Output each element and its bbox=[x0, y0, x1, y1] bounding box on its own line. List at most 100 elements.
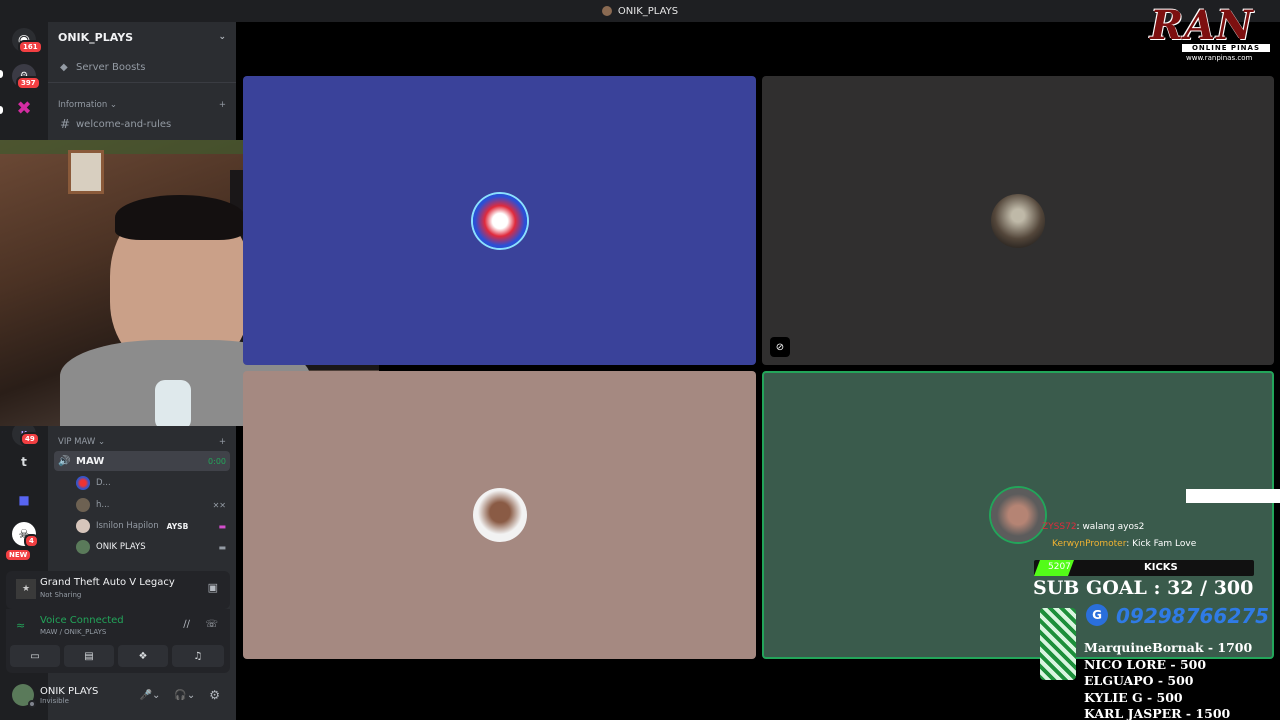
chat-user: ZYSS72 bbox=[1042, 522, 1077, 532]
username: ONIK PLAYS bbox=[40, 685, 99, 697]
stream-overlay: ZYSS72: walang ayos2 KerwynPromoter: Kic… bbox=[1030, 489, 1280, 720]
status-dot bbox=[28, 700, 36, 708]
speaker-icon: 🔊 bbox=[58, 455, 71, 467]
disconnect-icon[interactable]: ☏ bbox=[205, 619, 218, 630]
voice-user-name: D... bbox=[96, 478, 111, 488]
voice-channel-label: MAW bbox=[76, 455, 105, 467]
logo-text: RAN bbox=[1150, 2, 1254, 49]
participant-tile-3[interactable] bbox=[243, 371, 756, 659]
voice-location: MAW / ONIK_PLAYS bbox=[40, 628, 107, 636]
voice-user[interactable]: Isnilon Hapilon AYSB ▬ bbox=[76, 516, 226, 536]
chat-message: : walang ayos2 bbox=[1076, 522, 1145, 532]
kicks-bar: 5207 KICKS bbox=[1034, 560, 1254, 576]
category-vip-maw[interactable]: VIP MAW ⌄ + bbox=[58, 437, 226, 447]
avatar bbox=[76, 540, 90, 554]
camera-off-icon: ⊘ bbox=[770, 337, 790, 357]
unread-badge: 397 bbox=[16, 76, 41, 90]
category-information[interactable]: Information ⌄ + bbox=[58, 100, 226, 110]
chat-line: KerwynPromoter: Kick Fam Love bbox=[1052, 539, 1196, 549]
avatar bbox=[991, 193, 1045, 248]
category-label: VIP MAW bbox=[58, 437, 96, 447]
sub-goal: SUB GOAL : 32 / 300 bbox=[1033, 577, 1254, 599]
voice-connection-panel: ≈ Voice Connected MAW / ONIK_PLAYS ∕∕ ☏ … bbox=[6, 609, 230, 673]
voice-user-name: Isnilon Hapilon bbox=[96, 521, 159, 531]
donor-list: MarquineBornak - 1700 NICO LORE - 500 EL… bbox=[1084, 640, 1252, 720]
server-avatar-icon bbox=[601, 6, 612, 16]
avatar bbox=[76, 498, 90, 512]
voice-user[interactable]: h... ✕✕ bbox=[76, 495, 226, 515]
server-name: ONIK_PLAYS bbox=[58, 30, 134, 44]
voice-user-name: ONIK PLAYS bbox=[96, 542, 146, 552]
server-icon-t[interactable]: t bbox=[12, 450, 36, 474]
gamepad-icon: ▬ bbox=[218, 542, 226, 552]
noise-suppression-icon[interactable]: ∕∕ bbox=[183, 619, 190, 630]
voice-connected-label: Voice Connected bbox=[40, 615, 124, 626]
activities-button[interactable]: ❖ bbox=[118, 645, 168, 667]
window-title-bar: ONIK_PLAYS bbox=[0, 0, 1280, 22]
wall-picture bbox=[68, 150, 104, 194]
avatar bbox=[76, 519, 90, 533]
donor-entry: MarquineBornak - 1700 bbox=[1084, 640, 1253, 655]
voice-user[interactable]: ONIK PLAYS ▬ bbox=[76, 537, 226, 557]
muted-icon: ✕✕ bbox=[212, 500, 226, 510]
unread-badge: 4 bbox=[24, 534, 39, 548]
voice-user-name: h... bbox=[96, 500, 110, 510]
logo-url: www.ranpinas.com bbox=[1186, 54, 1253, 62]
avatar bbox=[472, 193, 527, 248]
channel-welcome-and-rules[interactable]: # welcome-and-rules bbox=[56, 114, 228, 134]
microphone bbox=[155, 380, 191, 426]
server-boosts-item[interactable]: ◆ Server Boosts bbox=[56, 57, 228, 77]
donor-entry: NICO LORE - 500 bbox=[1084, 656, 1207, 672]
logo-subtitle: ONLINE PINAS bbox=[1182, 44, 1270, 52]
chat-line: ZYSS72: walang ayos2 bbox=[1042, 522, 1144, 532]
voice-timer: 0:00 bbox=[208, 456, 226, 466]
gift-jar-icon bbox=[1040, 608, 1076, 680]
user-status: Invisible bbox=[40, 696, 69, 705]
participant-tile-1[interactable] bbox=[243, 76, 756, 365]
sponsor-logo: RAN ONLINE PINAS www.ranpinas.com bbox=[1146, 2, 1276, 64]
donor-entry: KYLIE G - 500 bbox=[1084, 689, 1183, 705]
overlay-white-bar bbox=[1186, 489, 1280, 503]
share-screen-icon[interactable]: ▣ bbox=[208, 581, 218, 594]
folder-icon[interactable]: ■ bbox=[12, 488, 36, 512]
voice-user-tag: AYSB bbox=[166, 521, 189, 531]
add-channel-icon[interactable]: + bbox=[219, 437, 226, 447]
microphone-icon[interactable]: 🎤⌄ bbox=[140, 690, 161, 701]
participant-tile-2[interactable]: ⊘ bbox=[762, 76, 1274, 365]
chevron-down-icon: ⌄ bbox=[218, 32, 226, 42]
channel-label: welcome-and-rules bbox=[76, 118, 172, 130]
kicks-count: 5207 bbox=[1048, 562, 1071, 572]
gamepad-icon: ▬ bbox=[218, 521, 226, 531]
unread-pill bbox=[0, 70, 3, 78]
person-hair bbox=[115, 195, 245, 240]
screen-share-button[interactable]: ▤ bbox=[64, 645, 114, 667]
game-title: Grand Theft Auto V Legacy bbox=[40, 577, 175, 588]
category-label: Information bbox=[58, 100, 108, 110]
activity-panel: ★ Grand Theft Auto V Legacy Not Sharing … bbox=[6, 571, 230, 609]
unread-badge: 161 bbox=[18, 40, 43, 54]
server-header[interactable]: ONIK_PLAYS ⌄ bbox=[48, 22, 236, 52]
unread-badge: 49 bbox=[20, 432, 40, 446]
kicks-label: KICKS bbox=[1144, 562, 1178, 573]
server-boosts-label: Server Boosts bbox=[76, 61, 146, 73]
voice-channel-maw[interactable]: 🔊 MAW 0:00 bbox=[54, 451, 230, 471]
voice-user[interactable]: D... bbox=[76, 473, 226, 493]
user-panel: ONIK PLAYS Invisible 🎤⌄ 🎧⌄ ⚙ bbox=[6, 676, 230, 714]
camera-off-button[interactable]: ▭ bbox=[10, 645, 60, 667]
add-channel-icon[interactable]: + bbox=[219, 100, 226, 110]
boost-icon: ◆ bbox=[60, 61, 68, 73]
chat-user: KerwynPromoter bbox=[1052, 539, 1127, 549]
headphones-icon[interactable]: 🎧⌄ bbox=[174, 690, 195, 701]
phone-number: 09298766275 bbox=[1116, 604, 1270, 628]
donor-entry: ELGUAPO - 500 bbox=[1084, 673, 1194, 688]
avatar[interactable] bbox=[12, 684, 36, 708]
settings-gear-icon[interactable]: ⚙ bbox=[209, 688, 220, 702]
divider bbox=[48, 82, 236, 83]
server-icon-3[interactable]: ✖ bbox=[12, 96, 36, 120]
unread-pill bbox=[0, 106, 3, 114]
hashtag-icon: # bbox=[60, 117, 71, 131]
donor-entry: KARL JASPER - 1500 bbox=[1084, 706, 1231, 720]
soundboard-button[interactable]: ♫ bbox=[172, 645, 224, 667]
window-title: ONIK_PLAYS bbox=[617, 5, 679, 17]
signal-icon: ≈ bbox=[16, 619, 26, 632]
